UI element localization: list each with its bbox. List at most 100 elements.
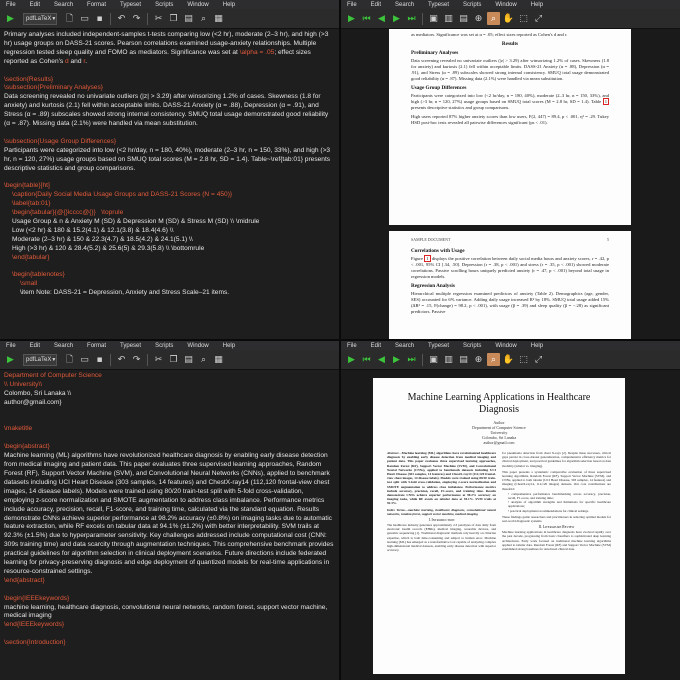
index-terms: Index Terms—machine learning, healthcare… (387, 507, 496, 516)
typeset-play-icon[interactable]: ▶ (345, 12, 358, 25)
save-icon[interactable]: ▪ (93, 353, 106, 366)
source-editor[interactable]: Department of Computer Science \\ Univer… (0, 370, 339, 650)
fit-page-icon[interactable]: ▤ (457, 353, 470, 366)
select-tool-icon[interactable]: ⬚ (517, 353, 530, 366)
cut-icon[interactable]: ✂ (152, 353, 165, 366)
menu-file[interactable]: File (6, 343, 16, 349)
menu-file[interactable]: File (6, 2, 16, 8)
menu-edit[interactable]: Edit (30, 2, 40, 8)
new-file-icon[interactable]: 🗋 (63, 353, 76, 366)
tabular-end-command: \end{tabular} (12, 253, 50, 261)
open-folder-icon[interactable]: ▭ (78, 12, 91, 25)
magnifier-icon[interactable]: ⌕ (487, 353, 500, 366)
new-file-icon[interactable]: 🗋 (63, 12, 76, 25)
undo-icon[interactable]: ↶ (115, 353, 128, 366)
introduction-paragraph: The healthcare industry generates approx… (387, 523, 496, 553)
table-ref-link[interactable]: 1 (602, 98, 609, 105)
find-icon[interactable]: ⌕ (197, 12, 210, 25)
source-editor[interactable]: Primary analyses included independent-sa… (0, 29, 339, 300)
right-column: for pneumonia detection from chest X-ray… (502, 451, 611, 552)
menu-typeset[interactable]: Typeset (428, 2, 449, 8)
magnifier-icon[interactable]: ⌕ (487, 12, 500, 25)
typeset-play-icon[interactable]: ▶ (4, 12, 17, 25)
copy-icon[interactable]: ❐ (167, 353, 180, 366)
replace-icon[interactable]: ▦ (212, 353, 225, 366)
menu-search[interactable]: Search (395, 343, 414, 349)
actual-size-icon[interactable]: ▣ (427, 12, 440, 25)
save-icon[interactable]: ▪ (93, 12, 106, 25)
engine-select[interactable]: pdfLaTeX ▼ (23, 353, 57, 366)
chevron-down-icon: ▼ (51, 356, 57, 363)
menu-window[interactable]: Window (495, 343, 516, 349)
menu-search[interactable]: Search (395, 2, 414, 8)
pdf-canvas[interactable]: Machine Learning Applications in Healthc… (341, 370, 680, 680)
fullscreen-icon[interactable]: ⤢ (532, 353, 545, 366)
redo-icon[interactable]: ↷ (130, 353, 143, 366)
menu-help[interactable]: Help (223, 2, 235, 8)
paste-icon[interactable]: ▤ (182, 353, 195, 366)
menu-typeset[interactable]: Typeset (120, 2, 141, 8)
two-column-body: Abstract—Machine learning (ML) algorithm… (387, 451, 611, 552)
menu-format[interactable]: Format (87, 2, 106, 8)
prelim-heading: Preliminary Analyses (411, 50, 459, 56)
fit-page-icon[interactable]: ▤ (457, 12, 470, 25)
tabular-begin-command: \begin{tabular}{@{}lcccc@{}} \toprule (12, 209, 124, 217)
menu-typeset[interactable]: Typeset (428, 343, 449, 349)
table-caption-command: \caption{Daily Social Media Usage Groups… (12, 191, 233, 199)
menu-scripts[interactable]: Scripts (463, 2, 481, 8)
regression-paragraph: Hierarchical multiple regression examine… (411, 291, 609, 314)
open-folder-icon[interactable]: ▭ (78, 353, 91, 366)
menu-search[interactable]: Search (54, 343, 73, 349)
paste-icon[interactable]: ▤ (182, 12, 195, 25)
menu-scripts[interactable]: Scripts (155, 2, 173, 8)
last-page-icon[interactable]: ⏭ (405, 353, 418, 366)
menu-help[interactable]: Help (223, 343, 235, 349)
pdf-canvas[interactable]: as mediators. Significance was set at α … (341, 29, 680, 339)
find-icon[interactable]: ⌕ (197, 353, 210, 366)
undo-icon[interactable]: ↶ (115, 12, 128, 25)
menu-format[interactable]: Format (87, 343, 106, 349)
first-page-icon[interactable]: ⏮ (360, 12, 373, 25)
typeset-play-icon[interactable]: ▶ (345, 353, 358, 366)
zoom-in-icon[interactable]: ⊕ (472, 353, 485, 366)
menu-edit[interactable]: Edit (371, 343, 381, 349)
zoom-in-icon[interactable]: ⊕ (472, 12, 485, 25)
fullscreen-icon[interactable]: ⤢ (532, 12, 545, 25)
table-row-high: High (>3 hr) & 120 & 28.4(5.2) & 25.6(5)… (12, 244, 205, 252)
menu-scripts[interactable]: Scripts (155, 343, 173, 349)
copy-icon[interactable]: ❐ (167, 12, 180, 25)
running-header: SAMPLE DOCUMENT 5 (411, 237, 609, 242)
menu-typeset[interactable]: Typeset (120, 343, 141, 349)
previous-page-icon[interactable]: ◀ (375, 353, 388, 366)
next-page-icon[interactable]: ▶ (390, 353, 403, 366)
menu-help[interactable]: Help (531, 2, 543, 8)
select-tool-icon[interactable]: ⬚ (517, 12, 530, 25)
next-page-icon[interactable]: ▶ (390, 12, 403, 25)
typeset-play-icon[interactable]: ▶ (4, 353, 17, 366)
menu-window[interactable]: Window (187, 343, 208, 349)
menu-scripts[interactable]: Scripts (463, 343, 481, 349)
menu-file[interactable]: File (347, 2, 357, 8)
affiliation-institution: \\ University\\ (4, 380, 43, 388)
menu-help[interactable]: Help (531, 343, 543, 349)
hand-tool-icon[interactable]: ✋ (502, 353, 515, 366)
menu-search[interactable]: Search (54, 2, 73, 8)
actual-size-icon[interactable]: ▣ (427, 353, 440, 366)
last-page-icon[interactable]: ⏭ (405, 12, 418, 25)
menu-window[interactable]: Window (187, 2, 208, 8)
fit-width-icon[interactable]: ▥ (442, 353, 455, 366)
menu-file[interactable]: File (347, 343, 357, 349)
editor-toolbar: ▶ pdfLaTeX ▼ 🗋 ▭ ▪ ↶ ↷ ✂ ❐ ▤ ⌕ ▦ (0, 350, 339, 370)
menu-edit[interactable]: Edit (30, 343, 40, 349)
previous-page-icon[interactable]: ◀ (375, 12, 388, 25)
hand-tool-icon[interactable]: ✋ (502, 12, 515, 25)
replace-icon[interactable]: ▦ (212, 12, 225, 25)
menu-edit[interactable]: Edit (371, 2, 381, 8)
cut-icon[interactable]: ✂ (152, 12, 165, 25)
fit-width-icon[interactable]: ▥ (442, 12, 455, 25)
menu-window[interactable]: Window (495, 2, 516, 8)
first-page-icon[interactable]: ⏮ (360, 353, 373, 366)
engine-select[interactable]: pdfLaTeX ▼ (23, 12, 57, 25)
right-paragraph-2: This paper presents a systematic compara… (502, 469, 611, 491)
redo-icon[interactable]: ↷ (130, 12, 143, 25)
